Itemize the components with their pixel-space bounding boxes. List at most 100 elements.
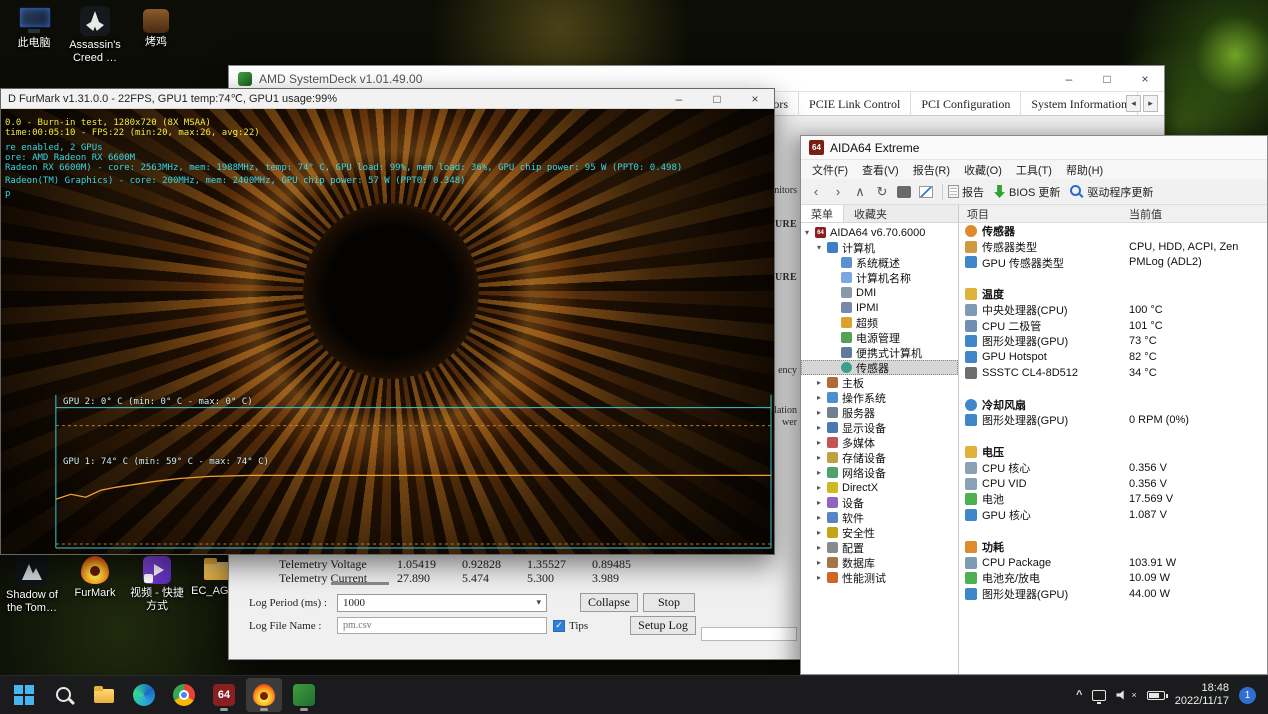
tree-item[interactable]: ▸ 性能测试 — [801, 570, 958, 585]
file-explorer-button[interactable] — [86, 678, 122, 712]
tree-item[interactable]: ▸ 网络设备 — [801, 465, 958, 480]
menu-item[interactable]: 文件(F) — [805, 162, 855, 178]
tree-item[interactable]: ▸ 操作系统 — [801, 390, 958, 405]
bios-update-button[interactable]: BIOS 更新 — [1009, 184, 1060, 200]
sensor-row[interactable]: 温度 — [959, 286, 1267, 302]
sensor-row[interactable]: 电池充/放电 10.09 W — [959, 571, 1267, 587]
tree-item[interactable]: 系统概述 — [801, 255, 958, 270]
aida64-taskbar-button[interactable]: 64 — [206, 678, 242, 712]
tree-item[interactable]: ▸ 主板 — [801, 375, 958, 390]
tab-scroll-right-icon[interactable]: ▸ — [1143, 95, 1158, 112]
tree-item[interactable]: 超频 — [801, 315, 958, 330]
stop-button[interactable]: Stop — [643, 593, 696, 612]
desktop-icon-shadow-tomb[interactable]: Shadow of the Tom… — [2, 556, 62, 615]
driver-update-button[interactable]: 驱动程序更新 — [1087, 184, 1153, 200]
tree-expander-icon[interactable]: ▸ — [817, 438, 827, 447]
desktop-icon-furmark[interactable]: FurMark — [66, 556, 124, 600]
start-button[interactable] — [6, 678, 42, 712]
menu-item[interactable]: 帮助(H) — [1059, 162, 1110, 178]
column-item[interactable]: 项目 — [959, 206, 1129, 222]
tree-expander-icon[interactable]: ▾ — [817, 243, 827, 252]
scrollbar-thumb[interactable] — [331, 582, 389, 585]
sensor-row[interactable]: GPU Hotspot 82 °C — [959, 349, 1267, 365]
sensor-row[interactable] — [959, 428, 1267, 444]
tree-item[interactable]: ▸ 多媒体 — [801, 435, 958, 450]
tree-item[interactable]: 电源管理 — [801, 330, 958, 345]
desktop-icon-this-pc[interactable]: 此电脑 — [6, 6, 62, 50]
sensor-row[interactable]: CPU Package 103.91 W — [959, 555, 1267, 571]
tab[interactable]: PCIE Link Control — [799, 92, 912, 116]
tree-item[interactable]: IPMI — [801, 300, 958, 315]
sensor-row[interactable]: 图形处理器(GPU) 44.00 W — [959, 586, 1267, 602]
tree-item[interactable]: 传感器 — [801, 360, 958, 375]
sensor-row[interactable]: 中央处理器(CPU) 100 °C — [959, 302, 1267, 318]
tab-favorites[interactable]: 收藏夹 — [844, 205, 897, 222]
menu-item[interactable]: 收藏(O) — [957, 162, 1009, 178]
minimize-button[interactable]: – — [1050, 66, 1088, 91]
log-file-input[interactable]: pm.csv — [337, 617, 547, 634]
sensor-row[interactable]: SSSTC CL4-8D512 34 °C — [959, 365, 1267, 381]
tab[interactable]: PCI Configuration — [911, 92, 1022, 116]
setup-log-button[interactable]: Setup Log — [630, 616, 696, 635]
tree-expander-icon[interactable]: ▸ — [817, 408, 827, 417]
battery-icon[interactable] — [1146, 690, 1168, 700]
tab[interactable]: System Information — [1021, 92, 1139, 116]
tree-expander-icon[interactable]: ▸ — [817, 558, 827, 567]
sensor-row[interactable] — [959, 270, 1267, 286]
chart-icon[interactable] — [919, 185, 933, 198]
menu-item[interactable]: 工具(T) — [1009, 162, 1059, 178]
tree-item[interactable]: ▸ 服务器 — [801, 405, 958, 420]
close-button[interactable]: × — [1126, 66, 1164, 91]
maximize-button[interactable]: □ — [1088, 66, 1126, 91]
sensor-row[interactable]: 电池 17.569 V — [959, 492, 1267, 508]
collapse-button[interactable]: Collapse — [580, 593, 638, 612]
tree-expander-icon[interactable]: ▸ — [817, 543, 827, 552]
sensor-row[interactable]: 传感器类型 CPU, HDD, ACPI, Zen — [959, 239, 1267, 255]
tree-item[interactable]: ▸ 显示设备 — [801, 420, 958, 435]
sensor-row[interactable]: 传感器 — [959, 223, 1267, 239]
panel-icon[interactable] — [897, 185, 911, 198]
sensor-row[interactable]: 电压 — [959, 444, 1267, 460]
sensor-row[interactable]: GPU 核心 1.087 V — [959, 507, 1267, 523]
tree-expander-icon[interactable]: ▸ — [817, 423, 827, 432]
sensor-row[interactable]: 图形处理器(GPU) 73 °C — [959, 334, 1267, 350]
tree-item[interactable]: ▸ 数据库 — [801, 555, 958, 570]
desktop-icon-roast-chicken[interactable]: 烤鸡 — [130, 6, 182, 49]
menu-item[interactable]: 查看(V) — [855, 162, 906, 178]
hidden-icons-chevron-icon[interactable]: ^ — [1076, 689, 1082, 701]
tab-menu[interactable]: 菜单 — [801, 205, 844, 222]
tree-expander-icon[interactable]: ▸ — [817, 528, 827, 537]
tree-item[interactable]: ▸ 存储设备 — [801, 450, 958, 465]
refresh-icon[interactable]: ↻ — [871, 184, 893, 200]
up-icon[interactable]: ∧ — [849, 184, 871, 200]
sensor-row[interactable]: 冷却风扇 — [959, 397, 1267, 413]
tree-expander-icon[interactable]: ▸ — [817, 513, 827, 522]
tree-expander-icon[interactable]: ▸ — [817, 573, 827, 582]
search-button[interactable] — [46, 678, 82, 712]
maximize-button[interactable]: □ — [698, 89, 736, 108]
volume-icon[interactable] — [1116, 690, 1124, 700]
tree-expander-icon[interactable]: ▸ — [817, 453, 827, 462]
tree-item[interactable]: ▸ 配置 — [801, 540, 958, 555]
tree-item[interactable]: 便携式计算机 — [801, 345, 958, 360]
sensor-row[interactable]: CPU 核心 0.356 V — [959, 460, 1267, 476]
desktop-icon-assassins-creed[interactable]: Assassin's Creed … — [64, 6, 126, 65]
back-icon[interactable]: ‹ — [805, 184, 827, 199]
tree-expander-icon[interactable]: ▸ — [817, 483, 827, 492]
log-period-select[interactable]: 1000 ▾ — [337, 593, 547, 612]
chrome-button[interactable] — [166, 678, 202, 712]
tab-scroll-left-icon[interactable]: ◂ — [1126, 95, 1141, 112]
menu-item[interactable]: 报告(R) — [906, 162, 957, 178]
sensor-row[interactable]: CPU VID 0.356 V — [959, 476, 1267, 492]
tree-item[interactable]: ▸ 设备 — [801, 495, 958, 510]
furmark-titlebar[interactable]: D FurMark v1.31.0.0 - 22FPS, GPU1 temp:7… — [1, 89, 774, 109]
tree-item[interactable]: 计算机名称 — [801, 270, 958, 285]
tree-expander-icon[interactable]: ▸ — [817, 393, 827, 402]
tree-expander-icon[interactable]: ▸ — [817, 378, 827, 387]
tree-expander-icon[interactable]: ▾ — [805, 228, 815, 237]
edge-button[interactable] — [126, 678, 162, 712]
notification-badge[interactable]: 1 — [1239, 686, 1256, 704]
sensor-row[interactable]: CPU 二极管 101 °C — [959, 318, 1267, 334]
tree-item[interactable]: ▸ 软件 — [801, 510, 958, 525]
tree-expander-icon[interactable]: ▸ — [817, 468, 827, 477]
